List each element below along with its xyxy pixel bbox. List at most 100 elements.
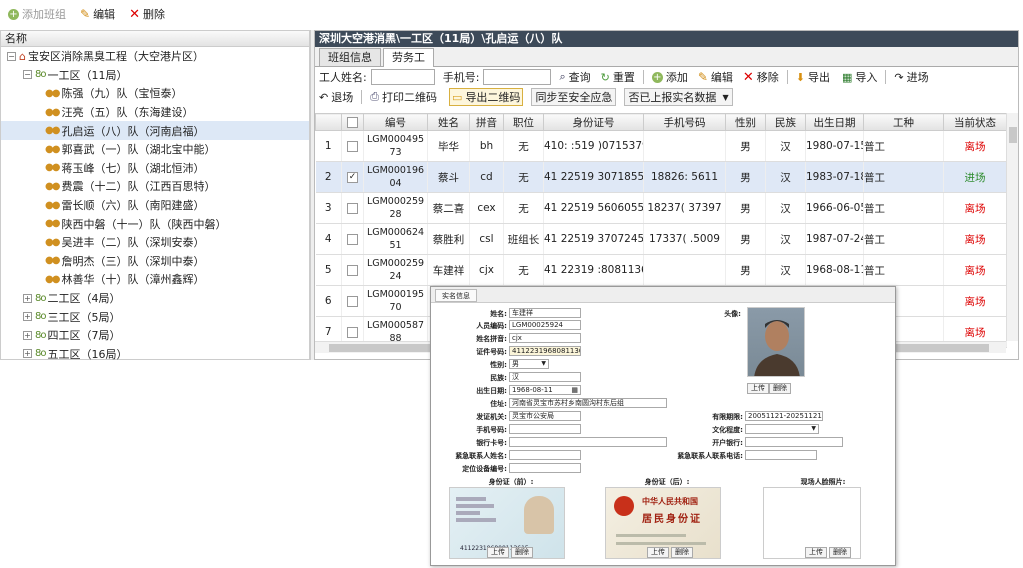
tree-node-team[interactable]: ●● 吴进丰（二）队（深圳安泰） [1, 233, 309, 252]
tree-node-team[interactable]: ●● 詹明杰（三）队（深圳中泰） [1, 252, 309, 271]
address-field[interactable]: 河南省灵宝市苏村乡南圆沟村东后组 [509, 398, 667, 408]
phone-input[interactable] [483, 69, 552, 85]
tree-node-team[interactable]: ●● 雷长顺（六）队（南阳建盛） [1, 196, 309, 215]
cell-name: 蔡胜利 [427, 223, 470, 255]
remove-worker-button[interactable]: ✕ 移除 [743, 69, 779, 85]
tab-realname-info[interactable]: 实名信息 [435, 289, 477, 302]
column-header[interactable]: 身份证号 [543, 113, 644, 131]
education-select[interactable]: ▼ [745, 424, 819, 434]
id-back-delete-button[interactable]: 删除 [671, 547, 693, 558]
id-front-upload-button[interactable]: 上传 [487, 547, 509, 558]
row-checkbox[interactable] [347, 264, 358, 276]
tree-node-root[interactable]: − ⌂ 宝安区消除黑臭工程（大空港片区） [1, 47, 309, 66]
column-header[interactable] [341, 113, 364, 131]
column-header[interactable]: 职位 [503, 113, 544, 131]
column-header[interactable]: 工种 [863, 113, 944, 131]
tree-node-team[interactable]: ●● 汪亮（五）队（东海建设） [1, 103, 309, 122]
checkmark-icon[interactable]: ✓ [347, 171, 358, 183]
emergency-phone-field[interactable] [745, 450, 817, 460]
validity-field[interactable]: 20051121-20251121 [745, 411, 823, 421]
delete-group-button[interactable]: ✕ 删除 [129, 6, 165, 22]
tree-node-team[interactable]: ●● 费震（十二）队（江西百思特） [1, 177, 309, 196]
table-row[interactable]: 4 LGM00062451蔡胜利csl班组长41 22519 3707245513… [315, 223, 1007, 255]
tree-node-group[interactable]: +8o 三工区（5局） [1, 307, 309, 326]
column-header[interactable]: 当前状态 [943, 113, 1007, 131]
column-header[interactable] [315, 113, 342, 131]
column-header[interactable]: 出生日期 [805, 113, 864, 131]
bank-field[interactable] [745, 437, 843, 447]
row-checkbox[interactable] [347, 202, 358, 214]
tree-node-team[interactable]: ●● 郭喜武（一）队（湖北宝中能） [1, 140, 309, 159]
idno-field[interactable]: 411223196808113615 [509, 346, 581, 356]
expand-icon[interactable]: + [23, 330, 32, 340]
column-header[interactable]: 编号 [363, 113, 428, 131]
add-worker-button[interactable]: + 添加 [651, 69, 688, 85]
column-header[interactable]: 手机号码 [643, 113, 726, 131]
tree-node-team[interactable]: ●● 陕西中磐（十一）队（陕西中磐） [1, 214, 309, 233]
avatar-delete-button[interactable]: 删除 [769, 383, 791, 394]
column-header[interactable]: 姓名 [427, 113, 470, 131]
exit-site-button[interactable]: ↶ 退场 [319, 89, 353, 105]
enter-site-button[interactable]: ↷ 进场 [894, 69, 928, 85]
edit-group-button[interactable]: ✎ 编辑 [80, 6, 115, 22]
export-qr-button[interactable]: ▭ 导出二维码 [449, 88, 524, 106]
reset-button[interactable]: ↻ 重置 [601, 69, 635, 85]
scroll-thumb[interactable] [1009, 127, 1017, 143]
add-group-button[interactable]: + 添加班组 [8, 6, 66, 22]
row-checkbox[interactable] [347, 233, 358, 245]
birth-date-field[interactable]: 1968-08-11 ▦ [509, 385, 581, 395]
tree-node-team[interactable]: ●● 陈强（九）队（宝恒泰） [1, 84, 309, 103]
worker-name-input[interactable] [370, 69, 435, 85]
cell-role: 无 [503, 130, 544, 162]
tree-node-team[interactable]: ●● 孔启运（八）队（河南启福） [1, 121, 309, 140]
id-front-delete-button[interactable]: 删除 [511, 547, 533, 558]
column-header[interactable]: 性别 [725, 113, 766, 131]
expand-icon[interactable]: + [23, 349, 32, 359]
row-checkbox[interactable] [347, 295, 358, 307]
realname-filter-select[interactable]: 否已上报实名数据 ▼ [624, 88, 733, 106]
edit-worker-button[interactable]: ✎ 编辑 [698, 69, 733, 85]
table-row[interactable]: 3 LGM00025928蔡二喜cex无41 22519 560605551918… [315, 192, 1007, 224]
id-back-upload-button[interactable]: 上传 [647, 547, 669, 558]
table-row[interactable]: 2 ✓ LGM00019604蔡斗cd无41 22519 3071855151882… [315, 161, 1007, 193]
phone-field[interactable] [509, 424, 581, 434]
table-row[interactable]: 5 LGM00025924车建祥cjx无41 22319 :808113615 男汉… [315, 254, 1007, 286]
export-button[interactable]: ⬇ 导出 [796, 69, 830, 85]
table-row[interactable]: 1 LGM00049573毕华bh无410: :519 )0715379X 男汉19… [315, 130, 1007, 162]
tree-node-team[interactable]: ●● 蒋玉峰（七）队（湖北恒沛） [1, 159, 309, 178]
collapse-icon[interactable]: − [23, 70, 32, 80]
expand-icon[interactable]: + [23, 312, 32, 322]
avatar-upload-button[interactable]: 上传 [747, 383, 769, 394]
tree-node-group[interactable]: +8o 二工区（4局） [1, 289, 309, 308]
tree-node-group[interactable]: +8o 五工区（16局） [1, 345, 309, 364]
emergency-name-field[interactable] [509, 450, 581, 460]
sync-safety-button[interactable]: 同步至安全应急 [531, 88, 617, 106]
select-all-checkbox[interactable] [347, 116, 358, 128]
face-upload-button[interactable]: 上传 [805, 547, 827, 558]
code-field[interactable]: LGM00025924 [509, 320, 581, 330]
grid-vertical-scrollbar[interactable] [1006, 113, 1018, 341]
gender-select[interactable]: 男 ▼ [509, 359, 549, 369]
tree-node-group[interactable]: +8o 四工区（7局） [1, 326, 309, 345]
face-delete-button[interactable]: 删除 [829, 547, 851, 558]
column-header[interactable]: 拼音 [469, 113, 504, 131]
device-field[interactable] [509, 463, 581, 473]
tab-team-info[interactable]: 班组信息 [319, 48, 381, 66]
expand-icon[interactable]: + [23, 293, 32, 303]
print-qr-button[interactable]: ⎙ 打印二维码 [370, 89, 437, 105]
people-icon: ●● [45, 180, 61, 192]
import-button[interactable]: ▦ 导入 [842, 69, 877, 85]
row-checkbox[interactable] [347, 140, 358, 152]
tab-workers[interactable]: 劳务工 [383, 48, 434, 67]
tree-node-team[interactable]: ●● 林善华（十）队（漳州鑫辉） [1, 270, 309, 289]
collapse-icon[interactable]: − [7, 51, 16, 61]
bankcard-field[interactable] [509, 437, 667, 447]
issuer-field[interactable]: 灵宝市公安局 [509, 411, 581, 421]
column-header[interactable]: 民族 [765, 113, 806, 131]
ethnic-field[interactable]: 汉 [509, 372, 581, 382]
tree-node-group[interactable]: −8o 一工区（11局） [1, 66, 309, 85]
search-button[interactable]: ⌕ 查询 [559, 69, 590, 85]
pinyin-field[interactable]: cjx [509, 333, 581, 343]
name-field[interactable]: 车建祥 [509, 308, 581, 318]
row-checkbox[interactable] [347, 326, 358, 338]
